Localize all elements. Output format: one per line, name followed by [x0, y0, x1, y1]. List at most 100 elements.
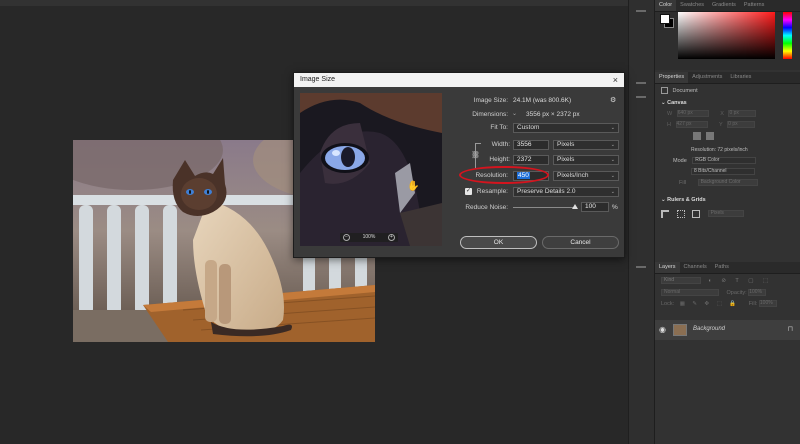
fill-opacity-label: Fill:: [748, 301, 758, 307]
canvas-w-label: W: [667, 111, 673, 117]
tab-adjustments[interactable]: Adjustments: [688, 72, 726, 83]
color-panel: Color Swatches Gradients Patterns: [655, 0, 800, 70]
reduce-noise-slider-handle[interactable]: [572, 204, 578, 209]
mode-label: Mode: [673, 158, 687, 164]
width-unit-value: Pixels: [557, 141, 575, 148]
cancel-button[interactable]: Cancel: [542, 236, 619, 249]
image-size-label: Image Size:: [473, 97, 508, 104]
layers-panel-tabs: Layers Channels Paths: [655, 262, 800, 274]
layer-thumbnail: [673, 324, 687, 336]
canvas-h-label: H: [667, 122, 671, 128]
hue-slider[interactable]: [783, 12, 792, 59]
chevron-down-icon: ⌄: [610, 173, 615, 179]
zoom-in-icon[interactable]: +: [388, 234, 395, 241]
grid-icon[interactable]: [676, 209, 685, 218]
dialog-title-bar[interactable]: Image Size ×: [294, 73, 624, 87]
filter-icons[interactable]: ◐ ⊘ T ▢ ⬚: [709, 278, 773, 284]
ruler-icon[interactable]: [661, 209, 669, 218]
canvas-size-icon[interactable]: [693, 131, 701, 140]
tab-paths[interactable]: Paths: [711, 262, 733, 273]
fit-to-select[interactable]: Custom ⌄: [513, 123, 619, 133]
bit-depth-select[interactable]: 8 Bits/Channel: [691, 168, 755, 176]
chevron-down-icon: ⌄: [610, 157, 615, 163]
preview-zoom-value: 100%: [362, 234, 376, 240]
properties-document-label: Document: [672, 88, 698, 94]
ruler-units-select[interactable]: Pixels: [707, 210, 744, 218]
tab-channels[interactable]: Channels: [680, 262, 711, 273]
resolution-unit-select[interactable]: Pixels/Inch ⌄: [553, 171, 619, 181]
canvas-x-field[interactable]: 0 px: [728, 110, 757, 118]
preview-pane[interactable]: − 100% +: [300, 93, 442, 246]
fill-label: Fill: [679, 180, 687, 186]
lock-icon[interactable]: ⊓: [788, 325, 793, 333]
color-picker-field[interactable]: [678, 12, 775, 59]
chevron-down-icon: ⌄: [610, 189, 615, 195]
eye-icon[interactable]: ◉: [659, 325, 666, 334]
opacity-field[interactable]: 100%: [748, 289, 767, 297]
hand-cursor-icon: ✋: [407, 181, 420, 192]
mode-select[interactable]: RGB Color: [692, 157, 757, 165]
tab-swatches[interactable]: Swatches: [676, 0, 708, 11]
canvas-height-field[interactable]: 427 px: [675, 121, 708, 129]
height-label: Height:: [489, 156, 510, 163]
guides-icon[interactable]: [692, 209, 701, 218]
reduce-noise-label: Reduce Noise:: [465, 204, 508, 211]
lock-icons[interactable]: ▦ ✎ ✥ ⬚ 🔒: [680, 301, 740, 307]
dialog-title: Image Size: [300, 76, 336, 83]
width-unit-select[interactable]: Pixels ⌄: [553, 140, 619, 150]
canvas-y-field[interactable]: 0 px: [727, 121, 756, 129]
preview-cat-eye: [300, 93, 442, 246]
close-icon[interactable]: ×: [613, 73, 618, 87]
settings-gear-icon[interactable]: ⚙: [610, 96, 616, 104]
image-size-dialog: Image Size × − 100% + Image Size: 24.1M …: [293, 72, 625, 258]
tab-libraries[interactable]: Libraries: [726, 72, 755, 83]
ok-button[interactable]: OK: [460, 236, 537, 249]
height-unit-select[interactable]: Pixels ⌄: [553, 155, 619, 165]
layer-kind-filter[interactable]: Kind: [661, 277, 701, 285]
fill-opacity-field[interactable]: 100%: [758, 300, 777, 308]
fit-to-value: Custom: [517, 124, 540, 131]
width-field[interactable]: 3556: [513, 140, 549, 150]
image-size-icon[interactable]: [705, 131, 714, 140]
fill-select[interactable]: Background Color: [697, 179, 758, 187]
chevron-down-icon: ⌄: [610, 142, 615, 148]
canvas-x-label: X: [720, 111, 724, 117]
properties-panel: Properties Adjustments Libraries Documen…: [655, 72, 800, 222]
gutter-grip[interactable]: [636, 82, 646, 84]
dimensions-value: 3556 px × 2372 px: [526, 111, 580, 118]
chevron-down-icon: ⌄: [610, 125, 615, 131]
reduce-noise-slider[interactable]: [513, 207, 575, 208]
document-icon: [661, 87, 668, 95]
gutter-grip[interactable]: [636, 10, 646, 12]
gutter-grip[interactable]: [636, 96, 646, 98]
reduce-noise-field[interactable]: 100: [581, 202, 609, 212]
tab-gradients[interactable]: Gradients: [708, 0, 740, 11]
tab-properties[interactable]: Properties: [655, 72, 689, 83]
layer-row-background[interactable]: ◉ Background ⊓: [655, 320, 800, 340]
tab-layers[interactable]: Layers: [655, 262, 680, 273]
reduce-noise-unit: %: [612, 204, 618, 211]
canvas-y-label: Y: [719, 122, 723, 128]
dimensions-dropdown-icon[interactable]: ⌄: [512, 110, 517, 117]
panel-gutter: [628, 0, 654, 444]
tab-color[interactable]: Color: [655, 0, 677, 11]
properties-panel-tabs: Properties Adjustments Libraries: [655, 72, 800, 84]
resample-label: Resample:: [476, 188, 508, 195]
height-field[interactable]: 2372: [513, 155, 549, 165]
gutter-grip[interactable]: [636, 266, 646, 268]
layer-name[interactable]: Background: [693, 326, 725, 332]
fit-to-label: Fit To:: [490, 124, 508, 131]
canvas-width-field[interactable]: 640 px: [676, 110, 709, 118]
blend-mode-select[interactable]: Normal: [661, 289, 719, 297]
opacity-label: Opacity:: [726, 290, 747, 296]
preview-zoom-bar: − 100% +: [340, 233, 398, 242]
tab-patterns[interactable]: Patterns: [740, 0, 768, 11]
foreground-color-swatch[interactable]: [660, 14, 670, 24]
color-panel-tabs: Color Swatches Gradients Patterns: [655, 0, 800, 12]
layers-panel: Layers Channels Paths Kind ◐ ⊘ T ▢ ⬚ Nor…: [655, 262, 800, 340]
height-unit-value: Pixels: [557, 156, 575, 163]
zoom-out-icon[interactable]: −: [343, 234, 350, 241]
resample-select[interactable]: Preserve Details 2.0 ⌄: [513, 187, 619, 197]
rulers-grids-label: Rulers & Grids: [667, 197, 706, 203]
dimensions-label: Dimensions:: [472, 111, 508, 118]
